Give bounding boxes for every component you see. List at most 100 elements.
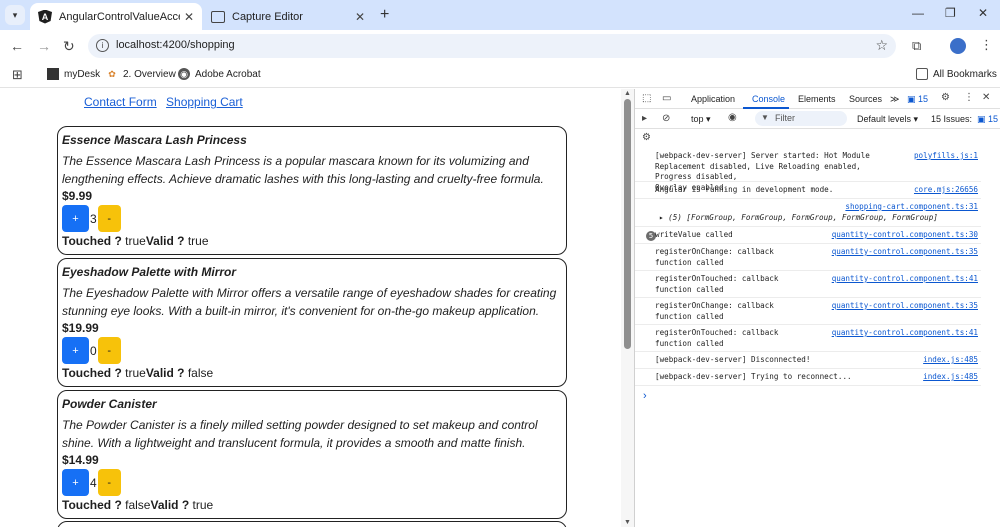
tab-elements[interactable]: Elements xyxy=(798,94,836,104)
tab-angular[interactable]: A AngularControlValueAccessor ✕ xyxy=(30,3,202,30)
control-status: Touched ? trueValid ? true xyxy=(62,234,566,248)
form-group-array[interactable]: ▸ (5) [FormGroup, FormGroup, FormGroup, … xyxy=(659,213,979,224)
contact-form-link[interactable]: Contact Form xyxy=(84,95,157,109)
close-window-icon[interactable]: ✕ xyxy=(978,6,988,20)
product-description: The Powder Canister is a finely milled s… xyxy=(62,418,538,450)
more-menu-icon[interactable]: ⋮ xyxy=(980,37,993,53)
decrement-button[interactable]: - xyxy=(97,337,121,364)
close-devtools-icon[interactable]: ✕ xyxy=(982,92,990,103)
url-text[interactable]: localhost:4200/shopping xyxy=(116,39,235,51)
issues-badge-count: 15 xyxy=(918,94,929,104)
page-scrollbar[interactable]: ▲ ▼ xyxy=(621,89,634,527)
devtools-panel: ⬚ ▭ Application Console Elements Sources… xyxy=(634,89,1000,527)
control-status: Touched ? falseValid ? true xyxy=(62,498,566,512)
message-source-link[interactable]: quantity-control.component.ts:41 xyxy=(832,274,978,285)
overview-icon: ✿ xyxy=(108,68,116,79)
increment-button[interactable]: + xyxy=(62,337,89,364)
tab-console[interactable]: Console xyxy=(752,94,785,104)
close-icon[interactable]: ✕ xyxy=(184,10,194,24)
product-name: Eyeshadow Palette with Mirror xyxy=(62,265,237,279)
issues-link[interactable]: 15 Issues: xyxy=(931,114,972,124)
tab-application[interactable]: Application xyxy=(691,94,735,104)
console-toolbar: ▸ ⊘ top ▾ ◉ ▼ Filter Default levels ▾ 15… xyxy=(635,109,1000,129)
scroll-up-icon[interactable]: ▲ xyxy=(624,90,631,97)
decrement-button[interactable]: - xyxy=(97,469,121,496)
issues-count: 15 xyxy=(988,114,999,124)
message-source-link[interactable]: quantity-control.component.ts:35 xyxy=(832,301,978,312)
device-toolbar-icon[interactable]: ▭ xyxy=(662,93,671,104)
issues-badge[interactable]: ▣ 15 xyxy=(907,94,928,105)
quantity-control: +0- xyxy=(62,337,566,364)
bookmark-mydesk[interactable]: myDesk xyxy=(47,68,100,80)
close-icon[interactable]: ✕ xyxy=(355,10,365,24)
console-message: registerOnTouched: callback function cal… xyxy=(635,326,981,352)
quantity-value: 0 xyxy=(90,343,97,358)
decrement-button[interactable]: - xyxy=(97,205,121,232)
filter-input[interactable]: ▼ Filter xyxy=(755,111,847,126)
shopping-cart-link[interactable]: Shopping Cart xyxy=(166,95,243,109)
message-source-link[interactable]: quantity-control.component.ts:41 xyxy=(832,328,978,339)
context-select[interactable]: top ▾ xyxy=(691,114,711,125)
eye-icon[interactable]: ◉ xyxy=(728,112,737,123)
gear-icon[interactable]: ⚙ xyxy=(941,92,950,103)
quantity-control: +3- xyxy=(62,205,566,232)
minimize-icon[interactable]: — xyxy=(912,6,924,20)
more-tabs-icon[interactable]: ≫ xyxy=(890,94,899,105)
message-source-link[interactable]: shopping-cart.component.ts:31 xyxy=(845,202,978,213)
bookmark-label: Adobe Acrobat xyxy=(195,68,261,80)
back-icon[interactable]: ← xyxy=(10,38,24,54)
tab-sources[interactable]: Sources xyxy=(849,94,882,104)
bookmark-acrobat[interactable]: ◉ Adobe Acrobat xyxy=(178,68,261,80)
browser-toolbar: ← → ↻ i localhost:4200/shopping ☆ xyxy=(0,30,1000,62)
product-price: $19.99 xyxy=(62,321,99,335)
new-tab-button[interactable]: + xyxy=(380,6,389,24)
sidebar-toggle-icon[interactable]: ▸ xyxy=(642,113,647,124)
touched-label: Touched ? xyxy=(62,366,122,380)
devtools-scrollbar[interactable] xyxy=(989,129,1000,527)
console-message: registerOnTouched: callback function cal… xyxy=(635,272,981,298)
bookmark-overview[interactable]: ✿ 2. Overview xyxy=(106,68,176,80)
touched-label: Touched ? xyxy=(62,234,122,248)
product-card: Eyeshadow Palette with Mirror The Eyeshad… xyxy=(57,258,567,387)
address-bar[interactable]: i localhost:4200/shopping ☆ xyxy=(88,34,896,58)
touched-value: false xyxy=(125,498,151,512)
apps-grid-icon[interactable]: ⊞ xyxy=(12,67,23,83)
page-content: Contact Form Shopping Cart Essence Masca… xyxy=(0,89,634,527)
site-info-icon[interactable]: i xyxy=(96,39,109,52)
inspect-icon[interactable]: ⬚ xyxy=(642,93,651,104)
touched-value: true xyxy=(125,366,146,380)
valid-label: Valid ? xyxy=(150,498,190,512)
message-source-link[interactable]: quantity-control.component.ts:30 xyxy=(832,230,978,241)
issues-count-badge[interactable]: ▣ 15 xyxy=(977,114,998,125)
message-source-link[interactable]: quantity-control.component.ts:35 xyxy=(832,247,978,258)
all-bookmarks[interactable]: All Bookmarks xyxy=(916,68,997,80)
extensions-icon[interactable]: ⧉ xyxy=(912,38,921,54)
scroll-down-icon[interactable]: ▼ xyxy=(624,519,631,526)
reload-icon[interactable]: ↻ xyxy=(63,38,75,55)
message-source-link[interactable]: index.js:485 xyxy=(923,372,978,383)
forward-icon[interactable]: → xyxy=(37,38,51,54)
console-prompt[interactable]: › xyxy=(643,390,647,402)
increment-button[interactable]: + xyxy=(62,469,89,496)
restore-icon[interactable]: ❐ xyxy=(945,6,956,20)
touched-value: true xyxy=(125,234,146,248)
message-source-link[interactable]: polyfills.js:1 xyxy=(914,151,978,162)
increment-button[interactable]: + xyxy=(62,205,89,232)
bookmark-label: All Bookmarks xyxy=(933,68,997,80)
scrollbar-thumb[interactable] xyxy=(624,99,631,349)
product-price: $14.99 xyxy=(62,453,99,467)
levels-select[interactable]: Default levels ▾ xyxy=(857,114,918,125)
message-source-link[interactable]: core.mjs:26656 xyxy=(914,185,978,196)
control-status: Touched ? trueValid ? false xyxy=(62,366,566,380)
tab-capture-editor[interactable]: Capture Editor ✕ xyxy=(203,3,373,30)
tab-search-button[interactable]: ▾ xyxy=(5,5,25,25)
message-source-link[interactable]: index.js:485 xyxy=(923,355,978,366)
console-message: [webpack-dev-server] Server started: Hot… xyxy=(635,149,981,192)
bookmark-star-icon[interactable]: ☆ xyxy=(875,37,888,54)
avatar[interactable] xyxy=(950,38,966,54)
valid-value: true xyxy=(187,234,209,248)
clear-console-icon[interactable]: ⊘ xyxy=(662,113,670,124)
console-settings-icon[interactable]: ⚙ xyxy=(642,132,651,143)
more-vert-icon[interactable]: ⋮ xyxy=(964,92,974,103)
product-name: Powder Canister xyxy=(62,397,157,411)
